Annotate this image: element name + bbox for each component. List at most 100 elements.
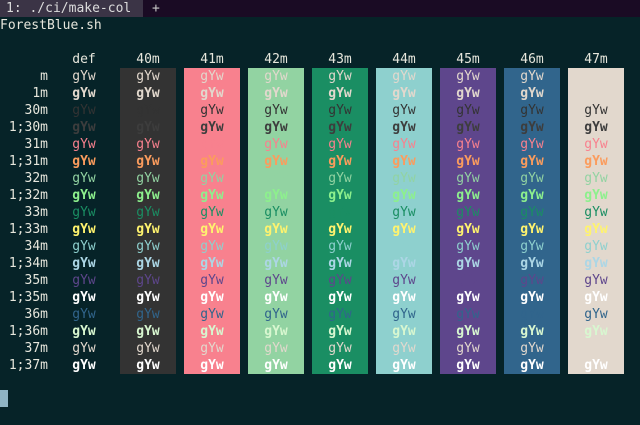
sample-cell: gYw — [520, 188, 544, 203]
script-title: ForestBlue.sh — [0, 18, 102, 33]
sample-cell: gYw — [136, 137, 160, 152]
sample-cell: gYw — [392, 273, 416, 288]
sample-cell: gYw — [200, 290, 224, 305]
sample-cell: gYw — [328, 188, 352, 203]
sample-cell: gYw — [72, 222, 96, 237]
sample-cell: gYw — [200, 69, 224, 84]
sample-cell: gYw — [136, 222, 160, 237]
row-label: 1;33m — [8, 222, 48, 237]
sample-cell: gYw — [200, 154, 224, 169]
row-label: m — [40, 69, 48, 84]
sample-cell: gYw — [456, 188, 480, 203]
row-label: 1m — [32, 86, 48, 101]
sample-cell: gYw — [456, 239, 480, 254]
sample-cell: gYw — [200, 307, 224, 322]
sample-cell: gYw — [72, 239, 96, 254]
column-header: 46m — [520, 52, 544, 67]
row-label: 1;32m — [8, 188, 48, 203]
new-tab-button[interactable]: + — [152, 0, 160, 17]
sample-cell: gYw — [456, 137, 480, 152]
column-header: 45m — [456, 52, 480, 67]
row-label: 37m — [24, 341, 48, 356]
sample-cell: gYw — [328, 358, 352, 373]
sample-cell: gYw — [328, 307, 352, 322]
row-label: 1;31m — [8, 154, 48, 169]
sample-cell: gYw — [392, 239, 416, 254]
sample-cell: gYw — [72, 120, 96, 135]
sample-cell: gYw — [392, 358, 416, 373]
sample-cell: gYw — [136, 324, 160, 339]
sample-cell: gYw — [328, 341, 352, 356]
sample-cell: gYw — [328, 273, 352, 288]
row-label: 31m — [24, 137, 48, 152]
row-label: 1;34m — [8, 256, 48, 271]
sample-cell: gYw — [584, 341, 608, 356]
sample-cell: gYw — [200, 358, 224, 373]
row-label: 1;35m — [8, 290, 48, 305]
sample-cell: gYw — [264, 154, 288, 169]
sample-cell: gYw — [200, 256, 224, 271]
sample-cell: gYw — [200, 103, 224, 118]
sample-cell: gYw — [520, 341, 544, 356]
sample-cell: gYw — [136, 307, 160, 322]
sample-cell: gYw — [520, 86, 544, 101]
sample-cell: gYw — [72, 188, 96, 203]
sample-cell: gYw — [136, 205, 160, 220]
sample-cell: gYw — [520, 290, 544, 305]
sample-cell: gYw — [392, 188, 416, 203]
sample-cell: gYw — [584, 239, 608, 254]
sample-cell: gYw — [136, 341, 160, 356]
sample-cell: gYw — [200, 239, 224, 254]
sample-cell: gYw — [392, 222, 416, 237]
sample-cell: gYw — [456, 171, 480, 186]
sample-cell: gYw — [72, 103, 96, 118]
sample-cell: gYw — [392, 154, 416, 169]
sample-cell: gYw — [72, 290, 96, 305]
sample-cell: gYw — [456, 324, 480, 339]
terminal-cursor — [0, 390, 8, 407]
sample-cell: gYw — [200, 341, 224, 356]
sample-cell: gYw — [136, 358, 160, 373]
sample-cell: gYw — [264, 120, 288, 135]
sample-cell: gYw — [584, 290, 608, 305]
sample-cell: gYw — [200, 137, 224, 152]
row-label: 35m — [24, 273, 48, 288]
sample-cell: gYw — [328, 222, 352, 237]
sample-cell: gYw — [456, 69, 480, 84]
tab-window-1[interactable]: 1: ./ci/make-col — [0, 0, 143, 17]
sample-cell: gYw — [520, 171, 544, 186]
sample-cell: gYw — [264, 222, 288, 237]
sample-cell: gYw — [456, 120, 480, 135]
sample-cell: gYw — [520, 307, 544, 322]
sample-cell: gYw — [136, 239, 160, 254]
sample-cell: gYw — [72, 69, 96, 84]
sample-cell: gYw — [520, 205, 544, 220]
sample-cell: gYw — [328, 239, 352, 254]
sample-cell: gYw — [584, 222, 608, 237]
row-label: 34m — [24, 239, 48, 254]
sample-cell: gYw — [584, 188, 608, 203]
sample-cell: gYw — [264, 273, 288, 288]
sample-cell: gYw — [456, 358, 480, 373]
row-label: 36m — [24, 307, 48, 322]
sample-cell: gYw — [584, 256, 608, 271]
column-header: def — [72, 52, 96, 67]
row-label: 1;37m — [8, 358, 48, 373]
sample-cell: gYw — [136, 188, 160, 203]
sample-cell: gYw — [264, 205, 288, 220]
sample-cell: gYw — [328, 324, 352, 339]
row-label: 32m — [24, 171, 48, 186]
sample-cell: gYw — [584, 86, 608, 101]
column-header: 47m — [584, 52, 608, 67]
column-header: 41m — [200, 52, 224, 67]
sample-cell: gYw — [328, 103, 352, 118]
sample-cell: gYw — [328, 154, 352, 169]
sample-cell: gYw — [328, 171, 352, 186]
column-header: 43m — [328, 52, 352, 67]
sample-cell: gYw — [584, 324, 608, 339]
sample-cell: gYw — [264, 341, 288, 356]
sample-cell: gYw — [584, 171, 608, 186]
sample-cell: gYw — [520, 137, 544, 152]
sample-cell: gYw — [392, 137, 416, 152]
sample-cell: gYw — [456, 205, 480, 220]
